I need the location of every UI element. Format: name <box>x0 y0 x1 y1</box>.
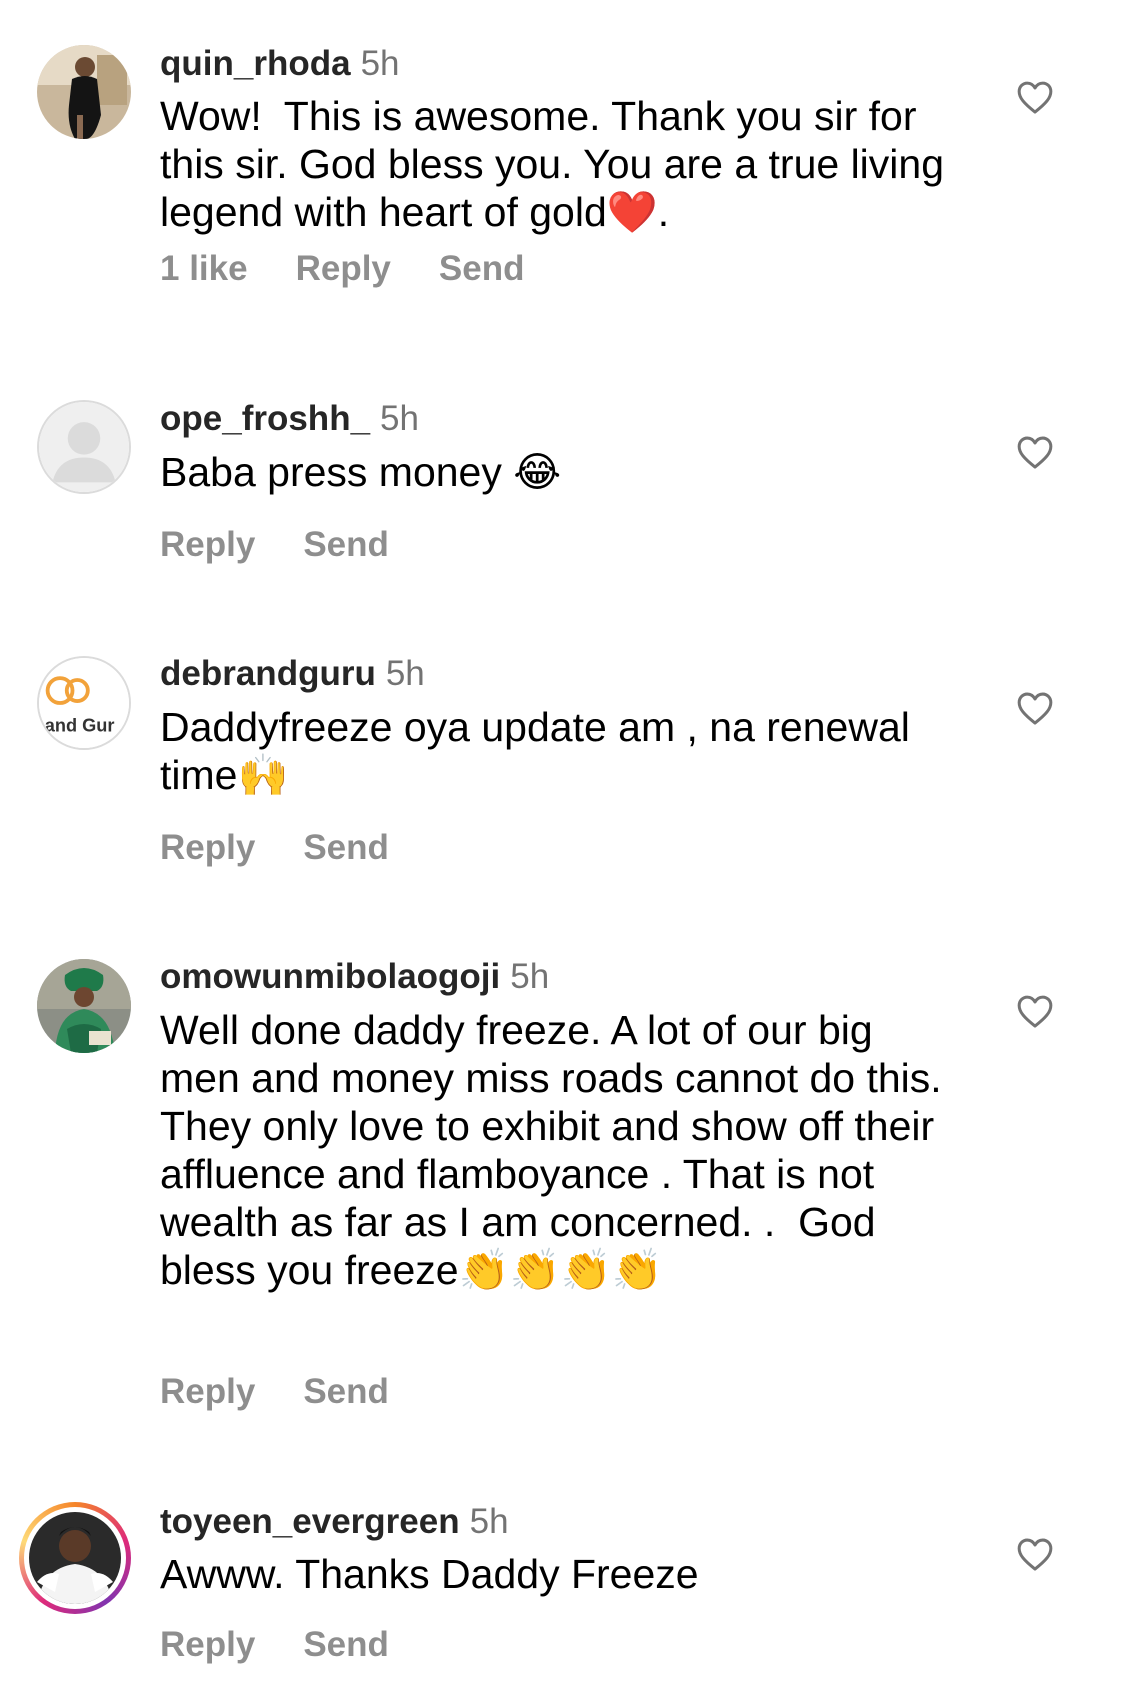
timestamp: 5h <box>510 957 550 996</box>
default-avatar-icon <box>39 402 129 492</box>
avatar[interactable] <box>37 959 131 1053</box>
timestamp: 5h <box>385 654 425 693</box>
comment-text: Well done daddy freeze. A lot of our big… <box>160 1007 964 1293</box>
username[interactable]: ope_froshh_ <box>160 399 370 438</box>
profile-photo-icon <box>37 959 131 1053</box>
profile-photo-icon <box>37 45 131 139</box>
reply-button[interactable]: Reply <box>160 1625 255 1664</box>
profile-photo-icon <box>29 1512 121 1604</box>
avatar[interactable] <box>37 400 131 494</box>
reply-button[interactable]: Reply <box>160 525 255 564</box>
like-heart-icon[interactable] <box>1016 434 1054 470</box>
likes-count[interactable]: 1 like <box>160 249 248 288</box>
brand-logo-icon: and Gur <box>39 658 129 748</box>
avatar[interactable] <box>37 45 131 139</box>
reply-button[interactable]: Reply <box>296 249 391 288</box>
username[interactable]: toyeen_evergreen <box>160 1502 460 1541</box>
comment-text: Awww. Thanks Daddy Freeze <box>160 1551 699 1597</box>
send-button[interactable]: Send <box>303 525 389 564</box>
like-heart-icon[interactable] <box>1016 993 1054 1029</box>
comment-text: Daddyfreeze oya update am , na renewal t… <box>160 704 922 798</box>
send-button[interactable]: Send <box>439 249 525 288</box>
send-button[interactable]: Send <box>303 1372 389 1411</box>
comment-text: Wow! This is awesome. Thank you sir for … <box>160 93 956 235</box>
avatar[interactable]: and Gur <box>37 656 131 750</box>
timestamp: 5h <box>360 44 400 83</box>
timestamp: 5h <box>469 1502 509 1541</box>
reply-button[interactable]: Reply <box>160 1372 255 1411</box>
username[interactable]: debrandguru <box>160 654 376 693</box>
timestamp: 5h <box>380 399 419 438</box>
username[interactable]: omowunmibolaogoji <box>160 957 500 996</box>
like-heart-icon[interactable] <box>1016 79 1054 115</box>
like-heart-icon[interactable] <box>1016 1536 1054 1572</box>
reply-button[interactable]: Reply <box>160 828 255 867</box>
like-heart-icon[interactable] <box>1016 690 1054 726</box>
send-button[interactable]: Send <box>303 1625 389 1664</box>
brand-logo-text: and Gur <box>45 716 115 736</box>
username[interactable]: quin_rhoda <box>160 44 351 83</box>
send-button[interactable]: Send <box>303 828 389 867</box>
avatar-story-ring[interactable] <box>19 1502 131 1614</box>
comment-text: Baba press money 😂 <box>160 449 562 495</box>
